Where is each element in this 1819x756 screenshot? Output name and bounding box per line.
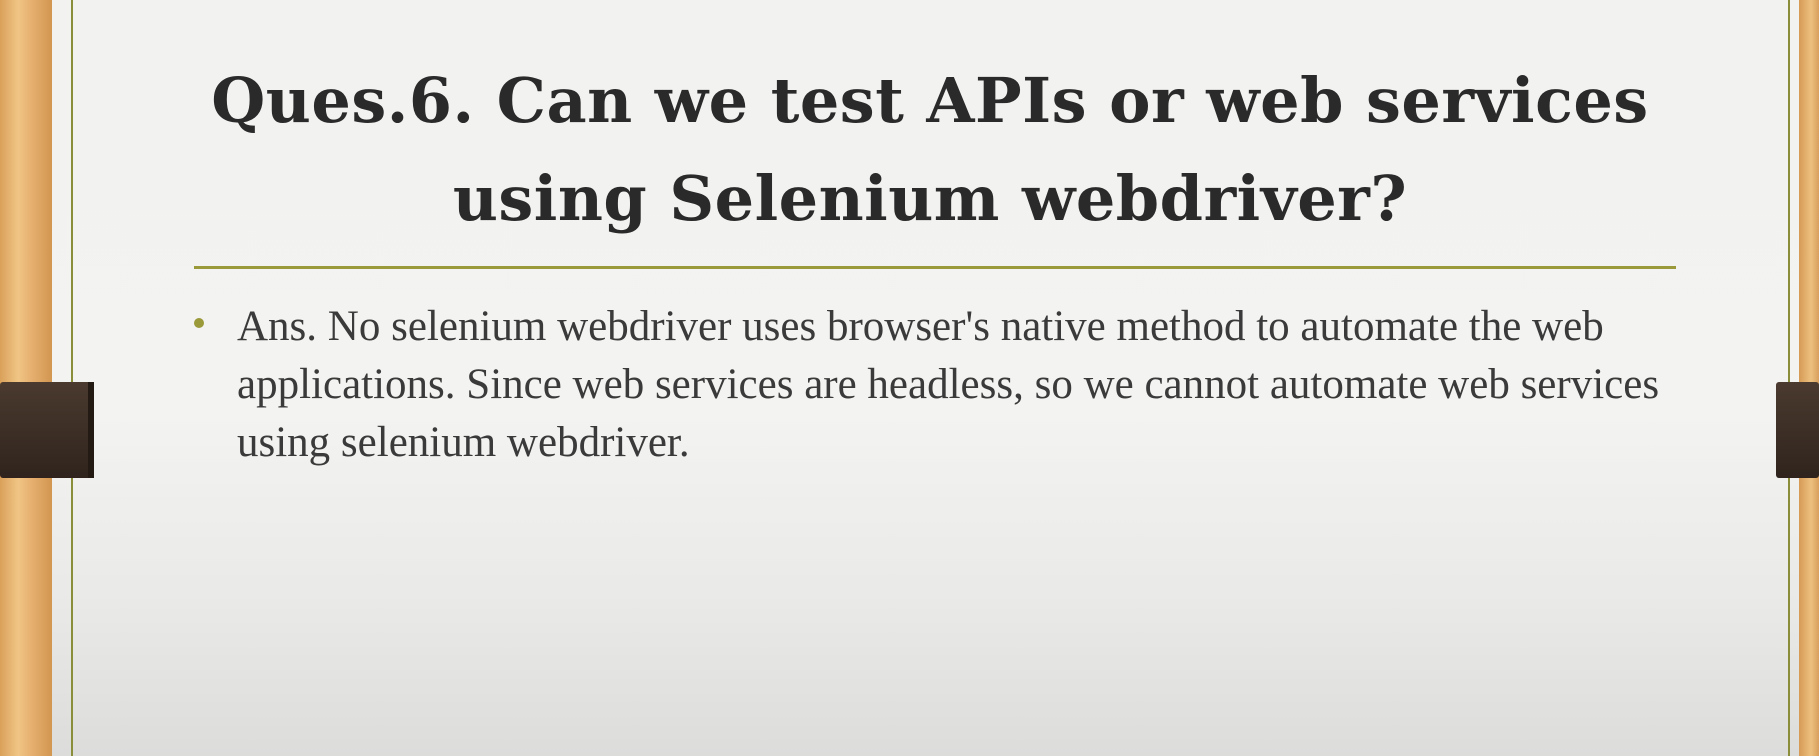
- slide-title: Ques.6. Can we test APIs or web services…: [211, 64, 1649, 235]
- binder-clip-right: [1776, 382, 1819, 478]
- bullet-icon: [194, 318, 204, 328]
- title-divider: [194, 266, 1676, 269]
- slide-stage: Ques.6. Can we test APIs or web services…: [0, 0, 1819, 756]
- wood-background-right: [1799, 0, 1819, 756]
- slide-border-right: [1788, 0, 1790, 756]
- bullet-text: Ans. No selenium webdriver uses browser'…: [237, 303, 1660, 466]
- binder-clip-left: [0, 382, 94, 478]
- wood-background-left: [0, 0, 52, 756]
- bullet-list-item: Ans. No selenium webdriver uses browser'…: [194, 298, 1664, 472]
- slide-border-left: [71, 0, 73, 756]
